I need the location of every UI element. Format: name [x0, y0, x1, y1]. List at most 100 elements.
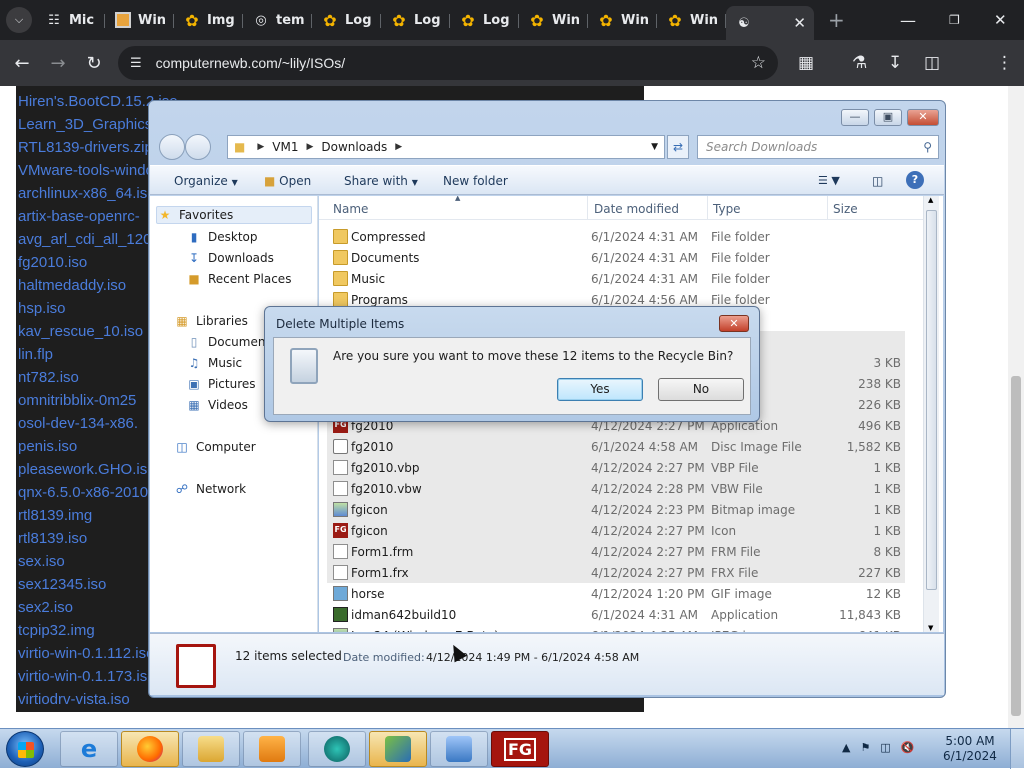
- new-folder-button[interactable]: New folder: [443, 174, 508, 188]
- file-row[interactable]: fg2010 6/1/2024 4:58 AM Disc Image File 1,5…: [327, 436, 905, 457]
- nav-music[interactable]: ♫ Music: [186, 356, 243, 370]
- search-icon[interactable]: ⚲: [923, 136, 932, 158]
- file-row[interactable]: fg2010.vbp 4/12/2024 2:27 PM VBP File 1 KB: [327, 457, 905, 478]
- preview-pane-icon[interactable]: ◫: [872, 174, 883, 188]
- back-button[interactable]: ←: [4, 53, 40, 74]
- extensions-icon[interactable]: ▦: [798, 53, 814, 73]
- column-divider[interactable]: [707, 196, 708, 220]
- explorer-refresh-button[interactable]: ⇄: [667, 135, 689, 159]
- taskbar-internet-explorer[interactable]: e: [60, 731, 118, 767]
- browser-tab[interactable]: ✿ Win: [657, 5, 726, 35]
- reload-button[interactable]: ↻: [76, 53, 112, 74]
- side-panel-icon[interactable]: ◫: [924, 53, 940, 73]
- start-button[interactable]: [6, 731, 44, 767]
- organize-button[interactable]: Organize ▼: [174, 174, 238, 188]
- browser-tab[interactable]: ✿ Log: [381, 5, 450, 35]
- show-hidden-icons-icon[interactable]: ▲: [842, 741, 850, 754]
- open-button[interactable]: ■ Open: [264, 174, 311, 188]
- bookmark-star-icon[interactable]: ☆: [751, 53, 766, 73]
- crumb-arrow-icon[interactable]: ▶: [306, 142, 313, 152]
- file-row[interactable]: Form1.frm 4/12/2024 2:27 PM FRM File 8 KB: [327, 541, 905, 562]
- crumb-arrow-icon[interactable]: ▶: [257, 142, 264, 152]
- column-size[interactable]: Size: [833, 202, 858, 216]
- taskbar-firefox[interactable]: [121, 731, 179, 767]
- window-close-button[interactable]: ✕: [994, 0, 1007, 40]
- file-row[interactable]: Documents 6/1/2024 4:31 AM File folder: [327, 247, 905, 268]
- browser-tab[interactable]: ✿ Win: [588, 5, 657, 35]
- crumb-arrow-icon[interactable]: ▶: [395, 142, 402, 152]
- nav-favorites[interactable]: ★ Favorites: [156, 206, 312, 224]
- browser-tab[interactable]: ☷ Mic: [36, 5, 105, 35]
- file-list-scroll-thumb[interactable]: [926, 210, 937, 590]
- scroll-down-arrow-icon[interactable]: ▼: [928, 624, 933, 632]
- network-tray-icon[interactable]: ◫: [880, 741, 890, 754]
- column-divider[interactable]: [587, 196, 588, 220]
- taskbar-remote-desktop[interactable]: [430, 731, 488, 767]
- taskbar-browser[interactable]: [308, 731, 366, 767]
- menu-kebab-icon[interactable]: ⋮: [996, 53, 1013, 73]
- column-type[interactable]: Type: [713, 202, 741, 216]
- help-icon[interactable]: ?: [906, 171, 924, 189]
- restore-button[interactable]: ❐: [949, 0, 960, 40]
- address-bar[interactable]: ☰ computernewb.com/~lily/ISOs/ ☆: [118, 46, 778, 80]
- file-row[interactable]: Form1.frx 4/12/2024 2:27 PM FRX File 227 KB: [327, 562, 905, 583]
- explorer-address-bar[interactable]: ■ ▶ VM1 ▶ Downloads ▶ ▼: [227, 135, 665, 159]
- labs-flask-icon[interactable]: ⚗: [852, 53, 867, 73]
- browser-tab[interactable]: ✿ Log: [450, 5, 519, 35]
- nav-computer[interactable]: ◫ Computer: [174, 440, 255, 454]
- tab-search-button[interactable]: ⌵: [6, 7, 32, 33]
- breadcrumb-downloads[interactable]: Downloads: [321, 140, 387, 154]
- minimize-button[interactable]: —: [900, 0, 916, 40]
- file-row[interactable]: Img24 (Windows 7 Beta) 6/1/2024 4:35 AM JP…: [327, 625, 905, 632]
- taskbar-idm[interactable]: [369, 731, 427, 767]
- scroll-up-arrow-icon[interactable]: ▲: [928, 196, 933, 204]
- nav-desktop[interactable]: ▮ Desktop: [186, 230, 258, 244]
- column-divider[interactable]: [827, 196, 828, 220]
- new-tab-button[interactable]: +: [828, 8, 845, 32]
- tab-close-icon[interactable]: ✕: [793, 14, 806, 32]
- nav-recent-places[interactable]: ■ Recent Places: [186, 272, 291, 286]
- column-date-modified[interactable]: Date modified: [594, 202, 679, 216]
- taskbar-fg-app[interactable]: FG: [491, 731, 549, 767]
- action-center-flag-icon[interactable]: ⚑: [860, 741, 870, 754]
- dialog-close-button[interactable]: ✕: [719, 315, 749, 332]
- site-info-icon[interactable]: ☰: [130, 56, 142, 71]
- file-row[interactable]: FG fgicon 4/12/2024 2:27 PM Icon 1 KB: [327, 520, 905, 541]
- forward-button[interactable]: →: [40, 53, 76, 74]
- clock[interactable]: 5:00 AM 6/1/2024: [940, 734, 1000, 764]
- breadcrumb-vm1[interactable]: VM1: [272, 140, 298, 154]
- nav-libraries[interactable]: ▦ Libraries: [174, 314, 248, 328]
- browser-tab[interactable]: ✿ Win: [519, 5, 588, 35]
- file-row[interactable]: Compressed 6/1/2024 4:31 AM File folder: [327, 226, 905, 247]
- explorer-back-button[interactable]: [159, 134, 185, 160]
- file-row[interactable]: fgicon 4/12/2024 2:23 PM Bitmap image 1 KB: [327, 499, 905, 520]
- nav-documents[interactable]: ▯ Documents: [186, 335, 277, 349]
- nav-downloads[interactable]: ↧ Downloads: [186, 251, 274, 265]
- browser-tab[interactable]: ✿ Log: [312, 5, 381, 35]
- nav-pictures[interactable]: ▣ Pictures: [186, 377, 255, 391]
- file-row[interactable]: fg2010.vbw 4/12/2024 2:28 PM VBW File 1 KB: [327, 478, 905, 499]
- tab-active[interactable]: ☯ ✕: [726, 6, 814, 40]
- nav-network[interactable]: ☍ Network: [174, 482, 246, 496]
- column-name[interactable]: Name: [333, 202, 368, 216]
- explorer-minimize-button[interactable]: —: [841, 109, 869, 126]
- volume-muted-icon[interactable]: 🔇: [901, 741, 915, 754]
- address-dropdown-icon[interactable]: ▼: [651, 142, 658, 152]
- file-row[interactable]: Music 6/1/2024 4:31 AM File folder: [327, 268, 905, 289]
- file-row[interactable]: horse 4/12/2024 1:20 PM GIF image 12 KB: [327, 583, 905, 604]
- nav-videos[interactable]: ▦ Videos: [186, 398, 248, 412]
- show-desktop-button[interactable]: [1010, 729, 1024, 769]
- view-options-icon[interactable]: ☰ ▼: [818, 174, 840, 187]
- explorer-forward-button[interactable]: [185, 134, 211, 160]
- browser-tab[interactable]: ✿ Img: [174, 5, 243, 35]
- yes-button[interactable]: Yes: [557, 378, 643, 401]
- page-scrollbar-thumb[interactable]: [1011, 376, 1021, 716]
- explorer-maximize-button[interactable]: ▣: [874, 109, 902, 126]
- file-row[interactable]: idman642build10 6/1/2024 4:31 AM Applicati…: [327, 604, 905, 625]
- file-list-scrollbar[interactable]: ▲ ▼: [923, 196, 939, 632]
- explorer-close-button[interactable]: ✕: [907, 109, 939, 126]
- browser-tab[interactable]: Win: [105, 5, 174, 35]
- browser-tab[interactable]: ◎ tem: [243, 5, 312, 35]
- no-button[interactable]: No: [658, 378, 744, 401]
- page-scrollbar[interactable]: [1008, 86, 1024, 728]
